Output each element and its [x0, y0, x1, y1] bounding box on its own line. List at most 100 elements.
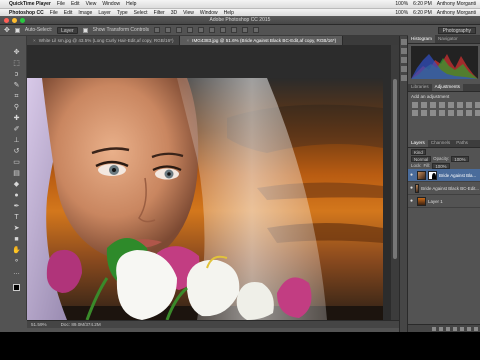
close-window-icon[interactable]: [4, 18, 9, 23]
canvas-scrollbar[interactable]: [391, 45, 399, 320]
menu-view[interactable]: View: [86, 1, 97, 7]
zoom-window-icon[interactable]: [20, 18, 25, 23]
eyedropper-icon[interactable]: ⚲: [12, 103, 21, 112]
pen-icon[interactable]: ✒: [12, 202, 21, 211]
lasso-icon[interactable]: ↄ: [12, 70, 21, 79]
path-select-icon[interactable]: ➤: [12, 224, 21, 233]
quick-select-icon[interactable]: ✎: [12, 81, 21, 90]
levels-icon[interactable]: [421, 102, 427, 108]
color-lookup-icon[interactable]: [430, 110, 436, 116]
menu-help[interactable]: Help: [126, 1, 136, 7]
stamp-icon[interactable]: ⊥: [12, 136, 21, 145]
channel-mixer-icon[interactable]: [421, 110, 427, 116]
document-canvas[interactable]: [27, 45, 399, 320]
link-layers-icon[interactable]: [432, 326, 436, 331]
tab-adjustments[interactable]: Adjustments: [431, 83, 463, 91]
tab-libraries[interactable]: Libraries: [408, 83, 432, 91]
tab-channels[interactable]: Channels: [428, 139, 453, 147]
tab-histogram[interactable]: Histogram: [408, 35, 435, 43]
distribute-icon[interactable]: [231, 27, 238, 33]
crop-icon[interactable]: ⌗: [12, 92, 21, 101]
align-right-icon[interactable]: [209, 27, 216, 33]
dodge-icon[interactable]: ●: [12, 191, 21, 200]
document-tab[interactable]: × White Lil sm.jpg @ 43.5% (Long Curly Ha…: [27, 36, 181, 45]
invert-icon[interactable]: [439, 110, 445, 116]
new-layer-icon[interactable]: [467, 326, 471, 331]
menu-photoshop[interactable]: Photoshop CC: [9, 10, 44, 16]
eraser-icon[interactable]: ▭: [12, 158, 21, 167]
align-bottom-icon[interactable]: [176, 27, 183, 33]
posterize-icon[interactable]: [448, 110, 454, 116]
layer-mask-thumbnail[interactable]: [428, 170, 437, 180]
auto-select-checkbox[interactable]: [14, 27, 20, 33]
marquee-icon[interactable]: ⬚: [12, 59, 21, 68]
tab-paths[interactable]: Paths: [453, 139, 471, 147]
align-center-icon[interactable]: [198, 27, 205, 33]
eye-icon[interactable]: ●: [410, 172, 415, 178]
opacity-field[interactable]: 100%: [451, 155, 469, 162]
menu-select[interactable]: Select: [134, 10, 148, 16]
scrollbar-thumb[interactable]: [393, 79, 397, 259]
new-group-icon[interactable]: [460, 326, 464, 331]
vibrance-icon[interactable]: [448, 102, 454, 108]
show-transform-checkbox[interactable]: [82, 27, 88, 33]
auto-select-dropdown[interactable]: Layer: [57, 26, 78, 34]
menu-view[interactable]: View: [183, 10, 194, 16]
layer-row-selected[interactable]: ● Bride Against Bla...: [408, 169, 480, 182]
3d-mode-icon[interactable]: [253, 27, 260, 33]
fill-field[interactable]: 100%: [432, 162, 450, 169]
document-tab-active[interactable]: × IMG4383.jpg @ 51.6% (Bride Against Blac…: [180, 36, 344, 45]
history-panel-icon[interactable]: [401, 39, 407, 45]
edit-toolbar-icon[interactable]: …: [12, 268, 21, 277]
menu-quicktime-player[interactable]: QuickTime Player: [9, 1, 51, 7]
doc-size[interactable]: Doc: 89.0M/374.2M: [61, 322, 101, 327]
align-left-icon[interactable]: [187, 27, 194, 33]
menu-image[interactable]: Image: [78, 10, 92, 16]
hue-saturation-icon[interactable]: [457, 102, 463, 108]
menu-file[interactable]: File: [50, 10, 58, 16]
menu-edit[interactable]: Edit: [71, 1, 80, 7]
user-label[interactable]: Anthony Morganti: [437, 1, 476, 7]
add-mask-icon[interactable]: [446, 326, 450, 331]
shape-icon[interactable]: ■: [12, 235, 21, 244]
eye-icon[interactable]: ●: [410, 185, 413, 191]
menu-window[interactable]: Window: [200, 10, 218, 16]
align-middle-icon[interactable]: [165, 27, 172, 33]
close-tab-icon[interactable]: ×: [33, 38, 36, 43]
history-brush-icon[interactable]: ↺: [12, 147, 21, 156]
menu-type[interactable]: Type: [117, 10, 128, 16]
paragraph-panel-icon[interactable]: [401, 66, 407, 72]
menu-window[interactable]: Window: [102, 1, 120, 7]
delete-layer-icon[interactable]: [474, 326, 478, 331]
distribute-icon[interactable]: [242, 27, 249, 33]
curves-icon[interactable]: [430, 102, 436, 108]
menu-edit[interactable]: Edit: [64, 10, 73, 16]
new-adjustment-icon[interactable]: [453, 326, 457, 331]
tab-navigator[interactable]: Navigator: [435, 35, 461, 43]
bride-photo[interactable]: [27, 78, 383, 320]
properties-panel-icon[interactable]: [401, 48, 407, 54]
brush-icon[interactable]: ✐: [12, 125, 21, 134]
gradient-map-icon[interactable]: [466, 110, 472, 116]
move-tool-preset-icon[interactable]: ✥: [4, 26, 10, 34]
minimize-window-icon[interactable]: [12, 18, 17, 23]
info-panel-icon[interactable]: [401, 75, 407, 81]
menu-3d[interactable]: 3D: [171, 10, 177, 16]
selective-color-icon[interactable]: [475, 110, 480, 116]
type-icon[interactable]: T: [12, 213, 21, 222]
color-balance-icon[interactable]: [466, 102, 472, 108]
gradient-icon[interactable]: ▤: [12, 169, 21, 178]
exposure-icon[interactable]: [439, 102, 445, 108]
hand-icon[interactable]: ✋: [12, 246, 21, 255]
eye-icon[interactable]: ●: [410, 198, 415, 204]
menu-layer[interactable]: Layer: [98, 10, 111, 16]
menu-file[interactable]: File: [57, 1, 65, 7]
character-panel-icon[interactable]: [401, 57, 407, 63]
layer-style-icon[interactable]: [439, 326, 443, 331]
blend-mode-dropdown[interactable]: Normal: [411, 155, 432, 162]
layer-row[interactable]: ● Layer 1: [408, 195, 480, 208]
distribute-icon[interactable]: [220, 27, 227, 33]
healing-icon[interactable]: ✚: [12, 114, 21, 123]
menu-help[interactable]: Help: [224, 10, 234, 16]
zoom-level[interactable]: 51.59%: [31, 322, 47, 327]
